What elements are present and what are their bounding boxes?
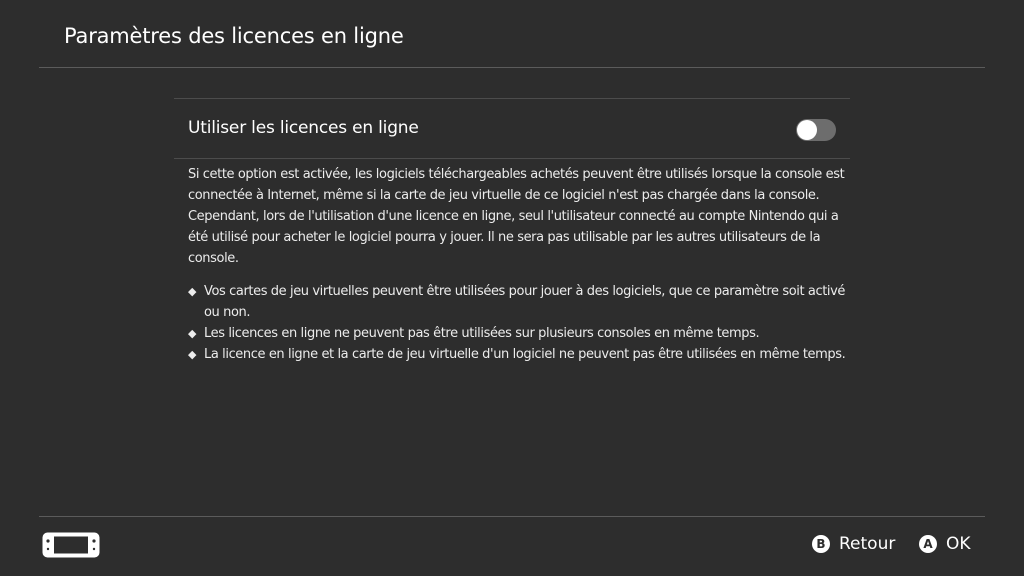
ok-button-label: OK: [946, 534, 971, 554]
header: Paramètres des licences en ligne: [0, 0, 1024, 68]
back-button-label: Retour: [839, 534, 896, 554]
online-license-option-label: Utiliser les licences en ligne: [188, 118, 419, 138]
diamond-bullet-icon: ◆: [188, 348, 197, 361]
notes-list: ◆ Vos cartes de jeu virtuelles peuvent ê…: [188, 281, 848, 365]
online-license-toggle[interactable]: [796, 119, 836, 141]
option-description: Si cette option est activée, les logicie…: [188, 164, 848, 269]
settings-panel: Utiliser les licences en ligne: [174, 98, 850, 159]
back-button[interactable]: B Retour: [812, 533, 895, 555]
handheld-console-icon: [42, 532, 100, 558]
footer-divider: [39, 516, 985, 517]
toggle-knob: [797, 120, 817, 140]
diamond-bullet-icon: ◆: [188, 327, 197, 340]
description-text: Si cette option est activée, les logicie…: [188, 167, 845, 266]
diamond-bullet-icon: ◆: [188, 285, 197, 298]
note-item: ◆ Vos cartes de jeu virtuelles peuvent ê…: [188, 281, 848, 323]
b-button-icon: B: [812, 535, 830, 553]
online-license-option-row[interactable]: Utiliser les licences en ligne: [174, 99, 850, 159]
note-text: La licence en ligne et la carte de jeu v…: [204, 347, 846, 362]
note-text: Les licences en ligne ne peuvent pas êtr…: [204, 326, 760, 341]
ok-button[interactable]: A OK: [919, 533, 971, 555]
note-text: Vos cartes de jeu virtuelles peuvent êtr…: [204, 284, 846, 320]
note-item: ◆ La licence en ligne et la carte de jeu…: [188, 344, 848, 365]
a-button-icon: A: [919, 535, 937, 553]
note-item: ◆ Les licences en ligne ne peuvent pas ê…: [188, 323, 848, 344]
header-divider: [39, 67, 985, 68]
page-title: Paramètres des licences en ligne: [64, 24, 404, 48]
